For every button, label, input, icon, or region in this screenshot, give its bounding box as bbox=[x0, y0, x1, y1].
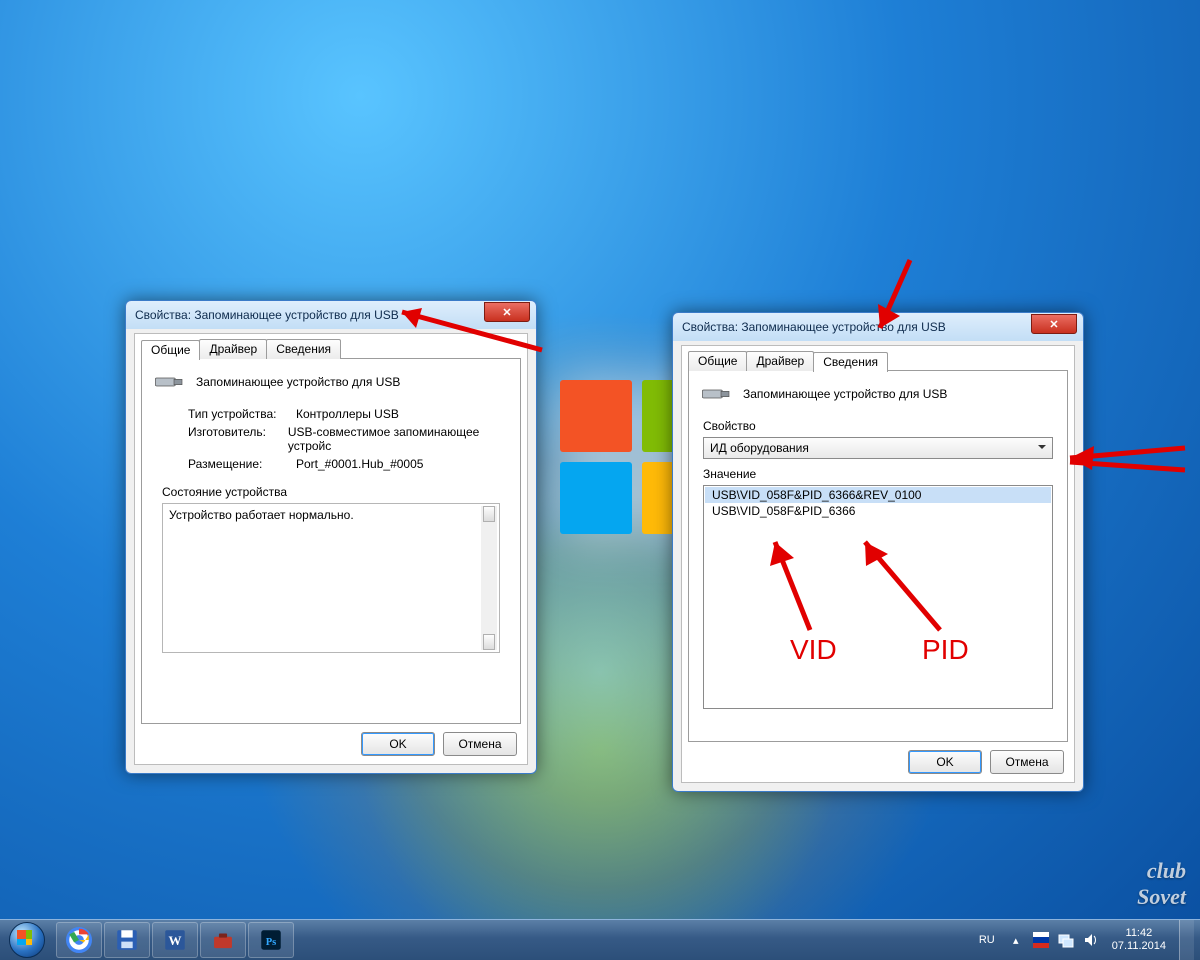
tray-time: 11:42 bbox=[1112, 927, 1166, 940]
property-dropdown-value: ИД оборудования bbox=[710, 441, 809, 455]
properties-dialog-details: Свойства: Запоминающее устройство для US… bbox=[672, 312, 1084, 792]
tray-language[interactable]: RU bbox=[975, 932, 999, 948]
taskbar-item-toolbox[interactable] bbox=[200, 922, 246, 958]
window-title: Свойства: Запоминающее устройство для US… bbox=[682, 320, 1079, 334]
titlebar[interactable]: Свойства: Запоминающее устройство для US… bbox=[673, 313, 1083, 341]
windows-orb-icon bbox=[9, 922, 45, 958]
dialog-body: Общие Драйвер Сведения Запоминающее устр… bbox=[134, 333, 528, 765]
tab-driver[interactable]: Драйвер bbox=[746, 351, 814, 371]
svg-text:W: W bbox=[169, 933, 182, 948]
close-button[interactable]: ✕ bbox=[1031, 314, 1077, 334]
taskbar-item-chrome[interactable] bbox=[56, 922, 102, 958]
label-property: Свойство bbox=[703, 419, 1053, 433]
toolbox-icon bbox=[210, 927, 236, 953]
label-device-type: Тип устройства: bbox=[188, 407, 296, 421]
value-device-type: Контроллеры USB bbox=[296, 407, 399, 421]
tray-show-hidden-icon[interactable]: ▴ bbox=[1008, 932, 1024, 948]
taskbar-item-photoshop[interactable]: Ps bbox=[248, 922, 294, 958]
close-icon: ✕ bbox=[1049, 318, 1058, 331]
ok-button[interactable]: OK bbox=[361, 732, 435, 756]
tabstrip: Общие Драйвер Сведения bbox=[141, 338, 340, 358]
taskbar-item-save[interactable] bbox=[104, 922, 150, 958]
word-icon: W bbox=[162, 927, 188, 953]
value-listbox[interactable]: USB\VID_058F&PID_6366&REV_0100 USB\VID_0… bbox=[703, 485, 1053, 709]
label-device-status: Состояние устройства bbox=[162, 485, 508, 499]
cancel-button[interactable]: Отмена bbox=[990, 750, 1064, 774]
watermark: club Sovet bbox=[1137, 858, 1186, 910]
list-item[interactable]: USB\VID_058F&PID_6366&REV_0100 bbox=[705, 487, 1051, 503]
label-location: Размещение: bbox=[188, 457, 296, 471]
start-button[interactable] bbox=[0, 920, 54, 960]
show-desktop-button[interactable] bbox=[1179, 920, 1194, 960]
device-name: Запоминающее устройство для USB bbox=[743, 387, 947, 401]
tab-details[interactable]: Сведения bbox=[266, 339, 341, 359]
taskbar-item-word[interactable]: W bbox=[152, 922, 198, 958]
tray-date: 07.11.2014 bbox=[1112, 940, 1166, 953]
property-dropdown[interactable]: ИД оборудования bbox=[703, 437, 1053, 459]
device-status-text[interactable]: Устройство работает нормально. bbox=[162, 503, 500, 653]
list-item[interactable]: USB\VID_058F&PID_6366 bbox=[705, 503, 1051, 519]
chrome-icon bbox=[66, 927, 92, 953]
tray-volume-icon[interactable] bbox=[1083, 932, 1099, 948]
tab-panel-general: Запоминающее устройство для USB Тип устр… bbox=[141, 358, 521, 724]
status-text-value: Устройство работает нормально. bbox=[169, 508, 354, 522]
system-tray: RU ▴ 11:42 07.11.2014 bbox=[975, 920, 1200, 960]
usb-device-icon bbox=[154, 371, 186, 393]
value-location: Port_#0001.Hub_#0005 bbox=[296, 457, 423, 471]
usb-device-icon bbox=[701, 383, 733, 405]
properties-dialog-general: Свойства: Запоминающее устройство для US… bbox=[125, 300, 537, 774]
svg-text:Ps: Ps bbox=[266, 937, 277, 948]
tab-general[interactable]: Общие bbox=[141, 340, 200, 360]
cancel-button[interactable]: Отмена bbox=[443, 732, 517, 756]
dialog-body: Общие Драйвер Сведения Запоминающее устр… bbox=[681, 345, 1075, 783]
scrollbar[interactable] bbox=[481, 506, 497, 650]
label-manufacturer: Изготовитель: bbox=[188, 425, 288, 453]
window-title: Свойства: Запоминающее устройство для US… bbox=[135, 308, 532, 322]
taskbar: W Ps RU ▴ 11:42 07.11.2014 bbox=[0, 919, 1200, 960]
value-manufacturer: USB-совместимое запоминающее устройс bbox=[288, 425, 508, 453]
floppy-icon bbox=[114, 927, 140, 953]
photoshop-icon: Ps bbox=[258, 927, 284, 953]
tab-details[interactable]: Сведения bbox=[813, 352, 888, 372]
taskbar-pinned: W Ps bbox=[54, 920, 294, 960]
label-value: Значение bbox=[703, 467, 1053, 481]
titlebar[interactable]: Свойства: Запоминающее устройство для US… bbox=[126, 301, 536, 329]
device-name: Запоминающее устройство для USB bbox=[196, 375, 400, 389]
tabstrip: Общие Драйвер Сведения bbox=[688, 350, 887, 370]
tray-flag-icon[interactable] bbox=[1033, 932, 1049, 948]
close-button[interactable]: ✕ bbox=[484, 302, 530, 322]
ok-button[interactable]: OK bbox=[908, 750, 982, 774]
tray-clock[interactable]: 11:42 07.11.2014 bbox=[1108, 927, 1170, 953]
tab-panel-details: Запоминающее устройство для USB Свойство… bbox=[688, 370, 1068, 742]
tray-network-icon[interactable] bbox=[1058, 932, 1074, 948]
tab-driver[interactable]: Драйвер bbox=[199, 339, 267, 359]
tab-general[interactable]: Общие bbox=[688, 351, 747, 371]
close-icon: ✕ bbox=[502, 306, 511, 319]
